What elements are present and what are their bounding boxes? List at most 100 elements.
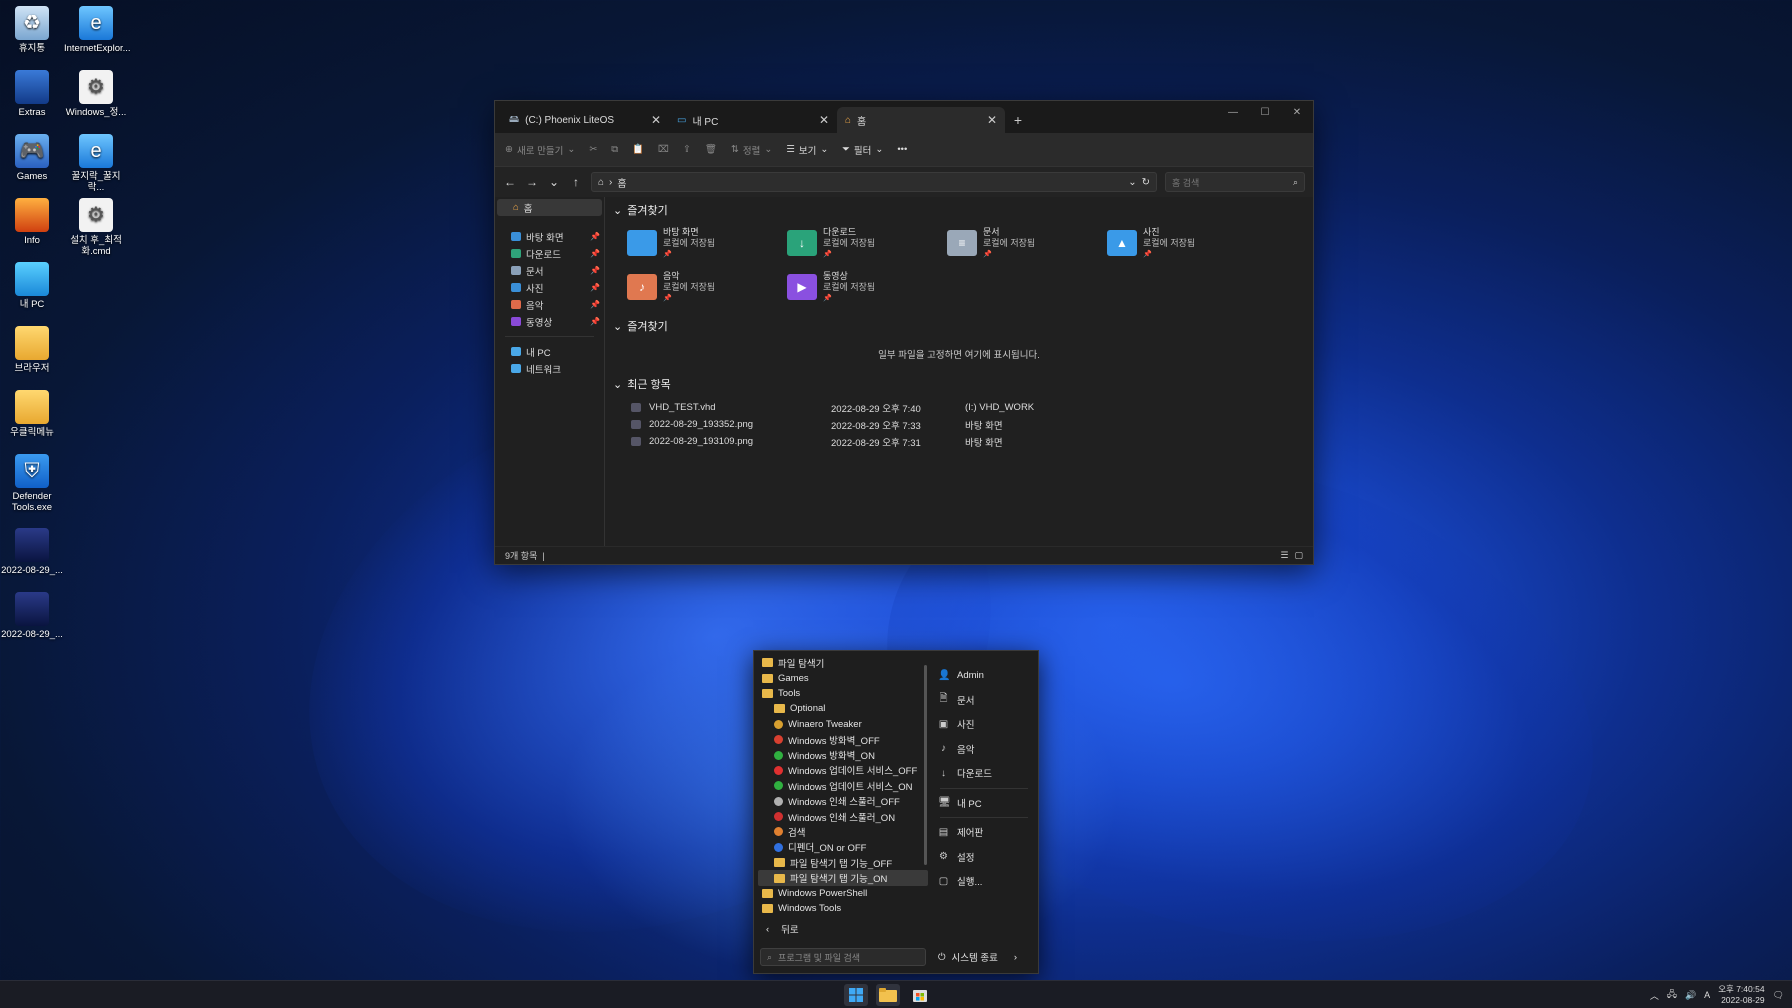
rename-button[interactable]: ⌧ xyxy=(658,144,669,155)
desktop-icon[interactable]: ⛨ Defender Tools.exe xyxy=(0,454,64,513)
nav-item-quick[interactable]: 다운로드 📌 xyxy=(495,245,604,262)
recent-item[interactable]: 2022-08-29_193109.png 2022-08-29 오후 7:31 바… xyxy=(613,433,1305,450)
desktop-icon[interactable]: Info xyxy=(0,198,64,246)
nav-item-network[interactable]: 네트워크 xyxy=(495,360,604,377)
desktop-icon[interactable]: 🎮 Games xyxy=(0,134,64,182)
folder-tile[interactable]: 바탕 화면 로컬에 저장됨 📌 xyxy=(627,227,787,265)
refresh-icon[interactable]: ↻ xyxy=(1142,177,1150,188)
program-item[interactable]: Optional xyxy=(758,701,928,716)
program-item[interactable]: Winaero Tweaker xyxy=(758,717,928,732)
program-item[interactable]: Windows PowerShell xyxy=(758,886,928,901)
section-recent[interactable]: ⌄ 최근 항목 xyxy=(613,375,1305,393)
tab-phoenix-liteos[interactable]: 🖴 (C:) Phoenix LiteOS ✕ xyxy=(501,107,669,133)
place-item[interactable]: 🖥 내 PC xyxy=(934,791,1034,816)
breadcrumb[interactable]: 홈 xyxy=(617,175,626,190)
desktop-icon[interactable]: ⚙ Windows_정... xyxy=(64,70,128,118)
folder-tile[interactable]: ♪ 음악 로컬에 저장됨 📌 xyxy=(627,271,787,309)
share-button[interactable]: ⇪ xyxy=(683,144,691,155)
shutdown-button[interactable]: ⏻ 시스템 종료 › xyxy=(938,948,1017,966)
place-item[interactable]: ↓ 다운로드 xyxy=(934,761,1034,786)
desktop-icon[interactable]: ⚙ 설치 후_최적화.cmd xyxy=(64,198,128,257)
details-view-icon[interactable]: ☰ xyxy=(1280,550,1288,561)
close-tab-icon[interactable]: ✕ xyxy=(651,113,661,127)
nav-item-quick[interactable]: 문서 📌 xyxy=(495,262,604,279)
maximize-button[interactable]: ☐ xyxy=(1249,101,1281,123)
file-explorer-taskbar-button[interactable] xyxy=(876,984,900,1006)
place-item[interactable]: ⚙ 설정 xyxy=(934,845,1034,870)
section-favorites[interactable]: ⌄ 즐겨찾기 xyxy=(613,201,1305,219)
desktop-icon[interactable]: e 꿀지락_꿀지락... xyxy=(64,134,128,193)
place-item[interactable]: ▣ 사진 xyxy=(934,712,1034,737)
start-button[interactable] xyxy=(844,984,868,1006)
clock[interactable]: 오후 7:40:54 2022-08-29 xyxy=(1718,984,1764,1006)
nav-item-this-pc[interactable]: 내 PC xyxy=(495,343,604,360)
back-arrow-icon[interactable]: ← xyxy=(503,175,517,189)
close-tab-icon[interactable]: ✕ xyxy=(819,113,829,127)
place-item[interactable]: ♪ 음악 xyxy=(934,737,1034,762)
folder-tile[interactable]: ▲ 사진 로컬에 저장됨 📌 xyxy=(1107,227,1267,265)
store-taskbar-button[interactable] xyxy=(908,984,932,1006)
section-favorites-files[interactable]: ⌄ 즐겨찾기 xyxy=(613,317,1305,335)
nav-item-quick[interactable]: 바탕 화면 📌 xyxy=(495,228,604,245)
ime-indicator[interactable]: A xyxy=(1704,990,1710,1000)
place-item[interactable]: 👤 Admin xyxy=(934,663,1034,688)
place-item[interactable]: ▢ 실행... xyxy=(934,869,1034,894)
desktop-icon[interactable]: 브라우저 xyxy=(0,326,64,374)
chevron-down-icon[interactable]: ⌄ xyxy=(1128,177,1136,188)
desktop-icon[interactable]: 우클릭메뉴 xyxy=(0,390,64,438)
nav-item-quick[interactable]: 사진 📌 xyxy=(495,279,604,296)
new-button[interactable]: ⊕ 새로 만들기 ⌄ xyxy=(505,143,575,157)
cut-button[interactable]: ✂ xyxy=(589,144,597,155)
folder-tile[interactable]: ≡ 문서 로컬에 저장됨 📌 xyxy=(947,227,1107,265)
up-arrow-icon[interactable]: ↑ xyxy=(569,175,583,189)
volume-icon[interactable]: 🔊 xyxy=(1685,990,1696,1001)
address-bar[interactable]: ⌂ › 홈 ⌄ ↻ xyxy=(591,172,1157,192)
sort-button[interactable]: ⇅ 정렬 ⌄ xyxy=(731,143,772,157)
nav-item-quick[interactable]: 음악 📌 xyxy=(495,296,604,313)
program-item[interactable]: Windows 방화벽_OFF xyxy=(758,732,928,747)
program-item[interactable]: Windows 인쇄 스풀러_ON xyxy=(758,809,928,824)
recent-locations-chevron-icon[interactable]: ⌄ xyxy=(547,175,561,189)
view-button[interactable]: ☰ 보기 ⌄ xyxy=(786,143,828,157)
close-tab-icon[interactable]: ✕ xyxy=(987,113,997,127)
search-input[interactable]: 홈 검색 ⌕ xyxy=(1165,172,1305,192)
more-options-button[interactable]: ••• xyxy=(897,144,907,155)
program-item[interactable]: 파일 탐색기 탭 기능_ON xyxy=(758,870,928,886)
program-search-input[interactable]: ⌕ 프로그램 및 파일 검색 xyxy=(760,948,926,966)
program-item[interactable]: Games xyxy=(758,670,928,685)
notification-icon[interactable]: 🗨 xyxy=(1773,990,1784,1001)
place-item[interactable]: ▤ 제어판 xyxy=(934,820,1034,845)
nav-item-home[interactable]: ⌂ 홈 xyxy=(497,199,602,216)
forward-arrow-icon[interactable]: → xyxy=(525,175,539,189)
tab-home[interactable]: ⌂ 홈 ✕ xyxy=(837,107,1005,133)
desktop-icon[interactable]: Extras xyxy=(0,70,64,118)
program-item[interactable]: Windows 방화벽_ON xyxy=(758,747,928,762)
recent-item[interactable]: 2022-08-29_193352.png 2022-08-29 오후 7:33 바… xyxy=(613,416,1305,433)
scrollbar[interactable] xyxy=(924,665,927,865)
copy-button[interactable]: ⧉ xyxy=(611,144,618,155)
program-item[interactable]: 검색 xyxy=(758,824,928,839)
chevron-up-icon[interactable]: ︿ xyxy=(1650,989,1659,1002)
program-item[interactable]: Windows 업데이트 서비스_OFF xyxy=(758,763,928,778)
close-button[interactable]: ✕ xyxy=(1281,101,1313,123)
delete-button[interactable]: 🗑 xyxy=(705,144,717,155)
filter-button[interactable]: ⏷ 필터 ⌄ xyxy=(842,143,883,157)
folder-tile[interactable]: ↓ 다운로드 로컬에 저장됨 📌 xyxy=(787,227,947,265)
program-item[interactable]: Tools xyxy=(758,686,928,701)
program-item[interactable]: Windows 인쇄 스풀러_OFF xyxy=(758,794,928,809)
desktop-icon[interactable]: 2022-08-29_... xyxy=(0,592,64,640)
program-item[interactable]: 디펜더_ON or OFF xyxy=(758,840,928,855)
paste-button[interactable]: 📋 xyxy=(632,144,644,155)
desktop-icon[interactable]: 내 PC xyxy=(0,262,64,310)
program-item[interactable]: 파일 탐색기 탭 기능_OFF xyxy=(758,855,928,870)
tiles-view-icon[interactable]: ▢ xyxy=(1294,550,1303,561)
program-item[interactable]: Windows Tools xyxy=(758,901,928,916)
tab-this-pc[interactable]: ▭ 내 PC ✕ xyxy=(669,107,837,133)
desktop-icon[interactable]: ♻ 휴지통 xyxy=(0,6,64,54)
minimize-button[interactable]: — xyxy=(1217,101,1249,123)
back-button[interactable]: ‹ 뒤로 xyxy=(760,921,930,937)
network-icon[interactable]: 🖧 xyxy=(1667,987,1677,1003)
recent-item[interactable]: VHD_TEST.vhd 2022-08-29 오후 7:40 (I:) VHD_W… xyxy=(613,399,1305,416)
folder-tile[interactable]: ▶ 동영상 로컬에 저장됨 📌 xyxy=(787,271,947,309)
desktop-icon[interactable]: e InternetExplor... xyxy=(64,6,131,54)
